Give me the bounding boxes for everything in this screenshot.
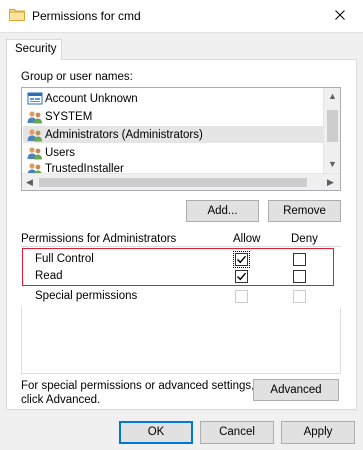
scroll-down-icon[interactable]: ▼ (328, 160, 337, 169)
tab-security[interactable]: Security (6, 39, 62, 60)
permissions-header: Permissions for Administrators (21, 233, 177, 245)
list-item[interactable]: Administrators (Administrators) (23, 126, 325, 143)
vertical-scroll-thumb[interactable] (327, 110, 338, 142)
permission-label-read: Read (35, 270, 63, 282)
list-item-label: Account Unknown (45, 92, 138, 105)
title-bar: Permissions for cmd (0, 0, 363, 32)
group-names-label: Group or user names: (21, 71, 133, 83)
read-deny-checkbox[interactable] (293, 270, 306, 283)
cancel-button[interactable]: Cancel (200, 421, 274, 444)
vertical-scrollbar[interactable]: ▲ ▼ (323, 88, 340, 173)
allow-header: Allow (233, 233, 261, 245)
apply-button[interactable]: Apply (281, 421, 355, 444)
list-item[interactable]: Users (23, 144, 325, 161)
read-allow-checkbox[interactable] (235, 270, 248, 283)
close-icon (335, 9, 345, 23)
horizontal-scrollbar[interactable]: ◀ ▶ (22, 173, 340, 190)
dialog-body: Security Group or user names: Account Un… (0, 32, 363, 450)
list-item-label: SYSTEM (45, 110, 93, 123)
users-group-icon (27, 128, 43, 142)
full-control-deny-checkbox[interactable] (293, 253, 306, 266)
special-deny-checkbox (293, 290, 306, 303)
users-group-icon (27, 110, 43, 124)
deny-header: Deny (291, 233, 318, 245)
permission-label-special: Special permissions (35, 290, 138, 302)
window-title: Permissions for cmd (32, 9, 141, 23)
advanced-hint-line2: click Advanced. (21, 394, 101, 406)
folder-icon (9, 8, 25, 21)
users-group-icon (27, 146, 43, 160)
permissions-frame (21, 307, 341, 374)
group-user-list[interactable]: Account Unknown SYSTEM Administrators (A… (21, 87, 341, 191)
list-item-label: Users (45, 146, 76, 159)
add-button[interactable]: Add... (186, 200, 259, 222)
close-button[interactable] (326, 5, 354, 27)
list-item[interactable]: SYSTEM (23, 108, 325, 125)
checkmark-icon (237, 272, 247, 281)
list-item-label: Administrators (Administrators) (45, 128, 203, 141)
unknown-account-icon (27, 92, 43, 106)
full-control-allow-checkbox[interactable] (233, 251, 250, 268)
advanced-button[interactable]: Advanced (253, 379, 339, 401)
scroll-up-icon[interactable]: ▲ (328, 92, 337, 101)
list-item[interactable]: Account Unknown (23, 90, 325, 107)
checkmark-icon (237, 255, 247, 264)
special-allow-checkbox (235, 290, 248, 303)
scroll-right-icon[interactable]: ▶ (327, 178, 334, 187)
scroll-left-icon[interactable]: ◀ (26, 178, 33, 187)
permissions-separator (21, 246, 341, 247)
security-panel: Group or user names: Account Unknown SYS… (6, 59, 357, 410)
ok-button[interactable]: OK (119, 421, 193, 444)
remove-button[interactable]: Remove (268, 200, 341, 222)
horizontal-scroll-thumb[interactable] (39, 178, 307, 187)
advanced-hint-line1: For special permissions or advanced sett… (21, 380, 255, 392)
permission-label-full-control: Full Control (35, 253, 94, 265)
